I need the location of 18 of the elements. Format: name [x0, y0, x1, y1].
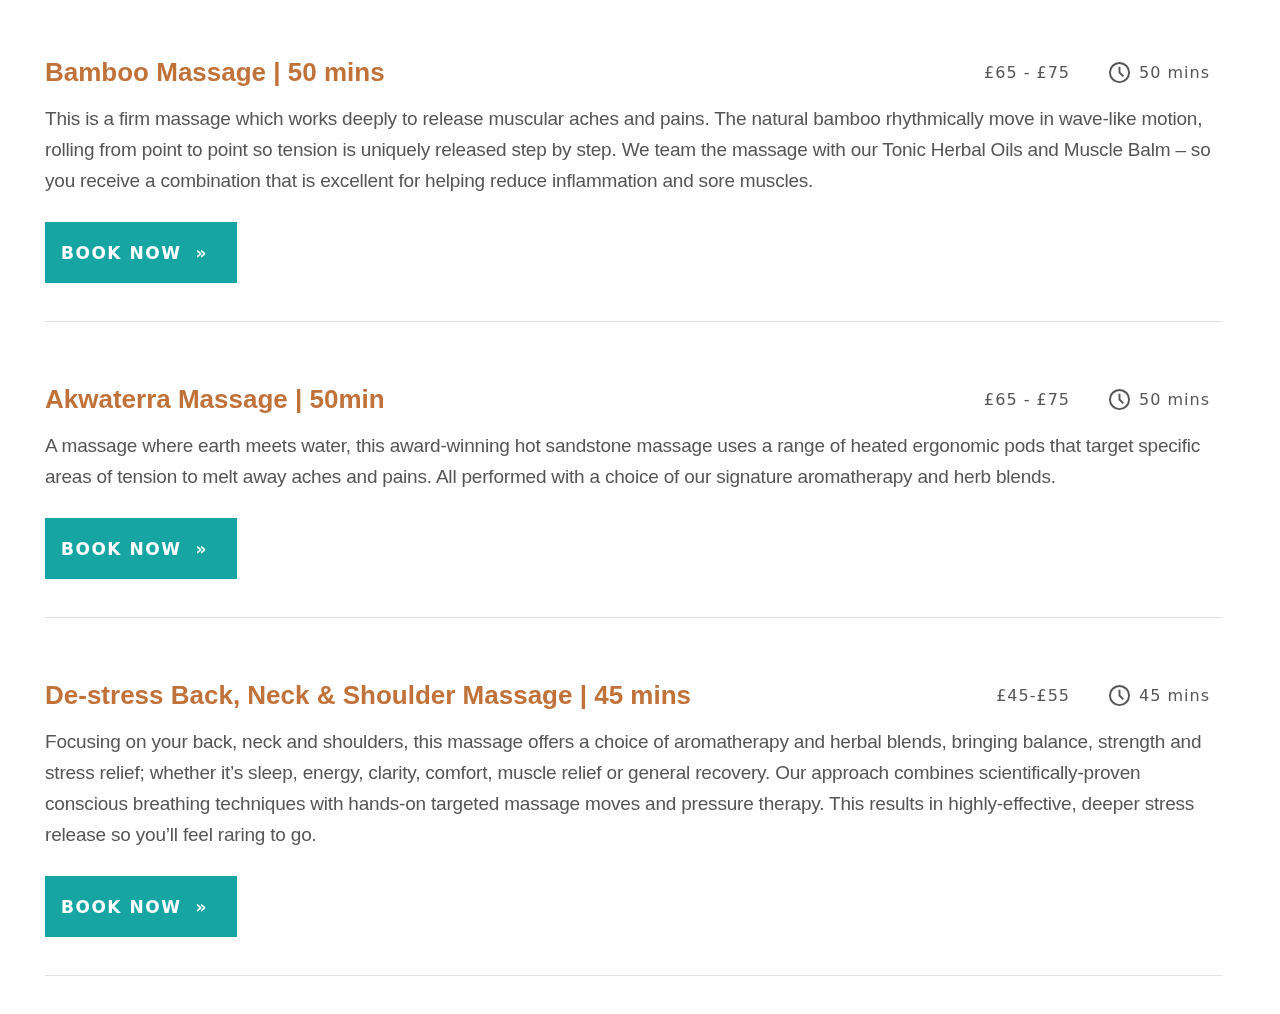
clock-icon	[1108, 683, 1132, 707]
price-range: £65 - £75	[984, 62, 1071, 82]
book-now-button[interactable]: BOOK NOW »	[45, 222, 237, 283]
treatment-title: Bamboo Massage | 50 mins	[45, 56, 385, 89]
duration: 45 mins	[1139, 685, 1210, 705]
book-now-button[interactable]: BOOK NOW »	[45, 876, 237, 937]
price-range: £45-£55	[996, 685, 1071, 705]
treatment-description: Focusing on your back, neck and shoulders, this massage offers a choice of aromatherapy and herbal blends, bringing balance, strength and stress relief; whether it’s sleep, energy, clarity, comfort, muscle relief or general recovery. Our approach combines scientifically-proven conscious breathing techniques with hands-on targeted massage moves and pressure therapy. This results in highly-effective, deeper stress release so you’ll feel raring to go.	[45, 730, 1203, 847]
book-now-button[interactable]: BOOK NOW »	[45, 518, 237, 579]
clock-icon	[1108, 387, 1132, 411]
treatment-title: Akwaterra Massage | 50min	[45, 383, 385, 416]
treatment-description: This is a firm massage which works deeply to release muscular aches and pains. The natural bamboo rhythmically move in wave-like motion, rolling from point to point so tension is uniquely released step by step. We team the massage with our Tonic Herbal Oils and Muscle Balm – so you receive a combination that is excellent for helping reduce inflammation and sore muscles.	[45, 107, 1212, 193]
treatment-title: De-stress Back, Neck & Shoulder Massage | 45 mins	[45, 679, 691, 712]
clock-icon	[1108, 60, 1132, 84]
duration: 50 mins	[1139, 62, 1210, 82]
duration: 50 mins	[1139, 389, 1210, 409]
treatment-description: A massage where earth meets water, this award-winning hot sandstone massage uses a range of heated ergonomic pods that target specific areas of tension to melt away aches and pains. All performed with a choice of our signature aromatherapy and herb blends.	[45, 434, 1202, 489]
price-range: £65 - £75	[984, 389, 1071, 409]
